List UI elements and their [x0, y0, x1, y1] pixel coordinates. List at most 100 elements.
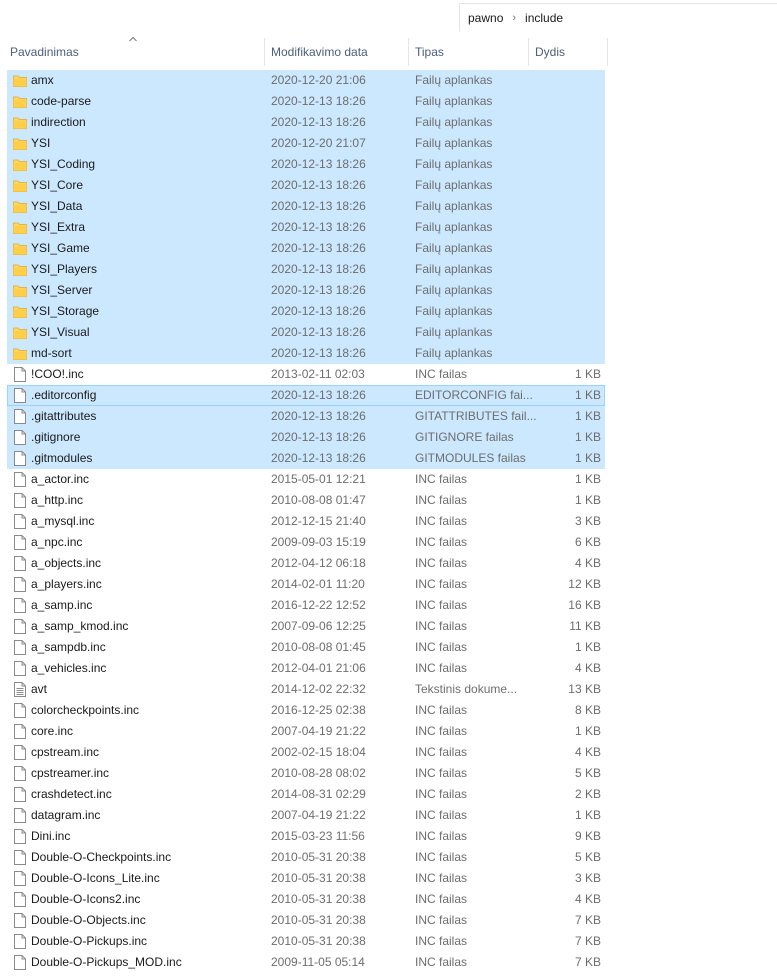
file-name: indirection [31, 115, 86, 129]
file-row[interactable]: datagram.inc 2007-04-19 21:22 INC failas 1 … [7, 805, 605, 826]
file-row[interactable]: Double-O-Pickups.inc 2010-05-31 20:38 INC … [7, 931, 605, 952]
file-icon [13, 913, 27, 928]
folder-row[interactable]: YSI 2020-12-20 21:07 Failų aplankas [7, 133, 605, 154]
file-name: .editorconfig [31, 388, 97, 402]
file-type: INC failas [415, 472, 468, 486]
file-icon [13, 556, 27, 571]
folder-icon [13, 283, 27, 298]
file-name: .gitmodules [31, 451, 93, 465]
file-icon [13, 871, 27, 886]
file-icon [13, 451, 27, 466]
file-row[interactable]: .gitattributes 2020-12-13 18:26 GITATTRIBU… [7, 406, 605, 427]
file-size: 4 KB [574, 892, 601, 906]
folder-row[interactable]: indirection 2020-12-13 18:26 Failų aplanka… [7, 112, 605, 133]
folder-row[interactable]: YSI_Server 2020-12-13 18:26 Failų aplankas [7, 280, 605, 301]
file-row[interactable]: a_http.inc 2010-08-08 01:47 INC failas 1 KB [7, 490, 605, 511]
address-bar[interactable]: pawno › include [459, 3, 777, 31]
column-divider[interactable] [408, 38, 409, 66]
modified-date: 2010-08-08 01:47 [271, 493, 366, 507]
column-header-date[interactable]: Modifikavimo data [271, 38, 368, 66]
modified-date: 2020-12-13 18:26 [271, 115, 366, 129]
file-row[interactable]: a_sampdb.inc 2010-08-08 01:45 INC failas 1 … [7, 637, 605, 658]
folder-row[interactable]: YSI_Core 2020-12-13 18:26 Failų aplankas [7, 175, 605, 196]
breadcrumb-pawno[interactable]: pawno [468, 11, 503, 25]
file-name: Double-O-Icons_Lite.inc [31, 871, 160, 885]
file-size: 1 KB [574, 409, 601, 423]
file-row[interactable]: cpstreamer.inc 2010-08-28 08:02 INC failas… [7, 763, 605, 784]
file-type: INC failas [415, 367, 468, 381]
file-name: Double-O-Pickups.inc [31, 934, 148, 948]
folder-row[interactable]: amx 2020-12-20 21:06 Failų aplankas [7, 70, 605, 91]
text-document-icon [13, 682, 27, 697]
file-row[interactable]: avt 2014-12-02 22:32 Tekstinis dokume... 13… [7, 679, 605, 700]
file-icon [13, 892, 27, 907]
file-row[interactable]: a_npc.inc 2009-09-03 15:19 INC failas 6 KB [7, 532, 605, 553]
file-row[interactable]: Double-O-Objects.inc 2010-05-31 20:38 INC … [7, 910, 605, 931]
file-type: INC failas [415, 745, 468, 759]
folder-row[interactable]: YSI_Data 2020-12-13 18:26 Failų aplankas [7, 196, 605, 217]
file-row[interactable]: !COO!.inc 2013-02-11 02:03 INC failas 1 KB [7, 364, 605, 385]
file-type: Failų aplankas [415, 220, 493, 234]
breadcrumb-include[interactable]: include [525, 11, 563, 25]
file-row[interactable]: .gitignore 2020-12-13 18:26 GITIGNORE fail… [7, 427, 605, 448]
file-row[interactable]: .gitmodules 2020-12-13 18:26 GITMODULES fa… [7, 448, 605, 469]
folder-row[interactable]: YSI_Players 2020-12-13 18:26 Failų aplanka… [7, 259, 605, 280]
file-name: .gitignore [31, 430, 81, 444]
file-type: Failų aplankas [415, 178, 493, 192]
file-row[interactable]: a_mysql.inc 2012-12-15 21:40 INC failas 3 K… [7, 511, 605, 532]
column-divider[interactable] [607, 38, 608, 66]
folder-icon [13, 199, 27, 214]
file-name: a_mysql.inc [31, 514, 95, 528]
file-type: INC failas [415, 577, 468, 591]
file-name: a_samp_kmod.inc [31, 619, 129, 633]
file-row[interactable]: Double-O-Icons_Lite.inc 2010-05-31 20:38 I… [7, 868, 605, 889]
modified-date: 2016-12-22 12:52 [271, 598, 366, 612]
file-row[interactable]: Dini.inc 2015-03-23 11:56 INC failas 9 KB [7, 826, 605, 847]
modified-date: 2020-12-20 21:07 [271, 136, 366, 150]
modified-date: 2010-08-28 08:02 [271, 766, 366, 780]
file-row[interactable]: a_actor.inc 2015-05-01 12:21 INC failas 1 K… [7, 469, 605, 490]
file-type: GITATTRIBUTES fail... [415, 409, 537, 423]
file-name: crashdetect.inc [31, 787, 112, 801]
file-icon [13, 745, 27, 760]
file-size: 6 KB [574, 535, 601, 549]
file-row[interactable]: a_players.inc 2014-02-01 11:20 INC failas 1… [7, 574, 605, 595]
file-row[interactable]: .editorconfig 2020-12-13 18:26 EDITORCONFI… [7, 385, 605, 406]
column-header-type[interactable]: Tipas [415, 38, 444, 66]
file-size: 13 KB [568, 682, 601, 696]
folder-row[interactable]: YSI_Visual 2020-12-13 18:26 Failų aplankas [7, 322, 605, 343]
file-type: INC failas [415, 640, 468, 654]
file-row[interactable]: crashdetect.inc 2014-08-31 02:29 INC faila… [7, 784, 605, 805]
file-name: md-sort [31, 346, 72, 360]
file-size: 1 KB [574, 451, 601, 465]
folder-row[interactable]: YSI_Game 2020-12-13 18:26 Failų aplankas [7, 238, 605, 259]
file-row[interactable]: colorcheckpoints.inc 2016-12-25 02:38 INC … [7, 700, 605, 721]
file-row[interactable]: Double-O-Icons2.inc 2010-05-31 20:38 INC f… [7, 889, 605, 910]
column-header-size[interactable]: Dydis [535, 38, 565, 66]
file-name: Double-O-Pickups_MOD.inc [31, 955, 182, 969]
folder-row[interactable]: YSI_Extra 2020-12-13 18:26 Failų aplankas [7, 217, 605, 238]
file-row[interactable]: core.inc 2007-04-19 21:22 INC failas 1 KB [7, 721, 605, 742]
file-row[interactable]: cpstream.inc 2002-02-15 18:04 INC failas 4 … [7, 742, 605, 763]
folder-row[interactable]: code-parse 2020-12-13 18:26 Failų aplankas [7, 91, 605, 112]
folder-row[interactable]: YSI_Storage 2020-12-13 18:26 Failų aplanka… [7, 301, 605, 322]
folder-icon [13, 220, 27, 235]
column-divider[interactable] [264, 38, 265, 66]
column-divider[interactable] [528, 38, 529, 66]
file-size: 1 KB [574, 808, 601, 822]
file-row[interactable]: Double-O-Checkpoints.inc 2010-05-31 20:38… [7, 847, 605, 868]
folder-row[interactable]: md-sort 2020-12-13 18:26 Failų aplankas [7, 343, 605, 364]
modified-date: 2020-12-13 18:26 [271, 178, 366, 192]
column-header-name[interactable]: Pavadinimas [10, 38, 79, 66]
file-row[interactable]: a_objects.inc 2012-04-12 06:18 INC failas 4… [7, 553, 605, 574]
file-row[interactable]: a_samp_kmod.inc 2007-09-06 12:25 INC faila… [7, 616, 605, 637]
file-row[interactable]: Double-O-Pickups_MOD.inc 2009-11-05 05:14… [7, 952, 605, 973]
folder-row[interactable]: YSI_Coding 2020-12-13 18:26 Failų aplankas [7, 154, 605, 175]
file-row[interactable]: a_vehicles.inc 2012-04-01 21:06 INC failas… [7, 658, 605, 679]
chevron-right-icon[interactable]: › [512, 12, 516, 24]
file-row[interactable]: a_samp.inc 2016-12-22 12:52 INC failas 16 K… [7, 595, 605, 616]
file-size: 5 KB [574, 850, 601, 864]
file-name: core.inc [31, 724, 74, 738]
file-size: 1 KB [574, 430, 601, 444]
modified-date: 2010-05-31 20:38 [271, 934, 366, 948]
